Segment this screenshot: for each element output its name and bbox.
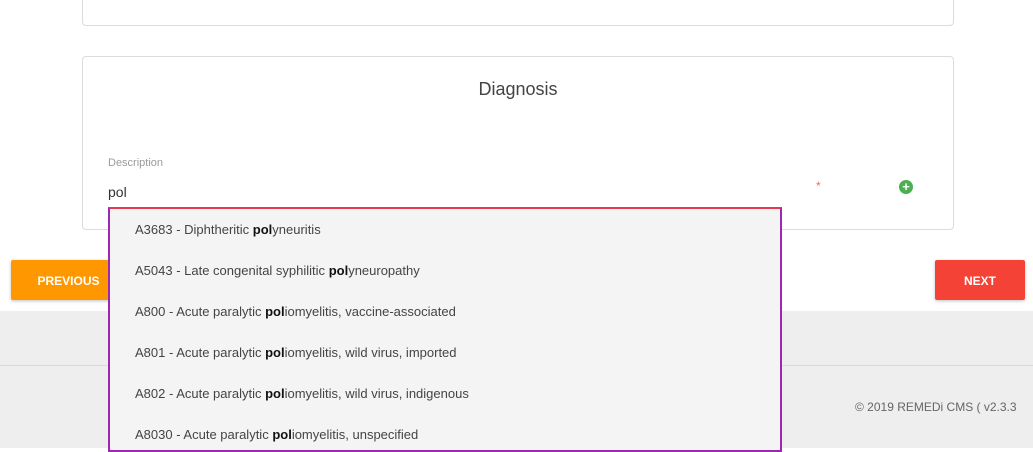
suggestion-prefix: A800 - Acute paralytic [135, 304, 266, 319]
required-mark: * [816, 179, 821, 193]
suggestion-prefix: A8030 - Acute paralytic [135, 427, 273, 442]
diagnosis-title: Diagnosis [478, 79, 558, 99]
suggestion-match: pol [265, 386, 285, 401]
suggestion-match: pol [252, 222, 273, 237]
suggestion-item[interactable]: A800 - Acute paralytic poliomyelitis, va… [110, 291, 780, 332]
suggestion-suffix: iomyelitis, vaccine-associated [284, 304, 456, 319]
suggestion-item[interactable]: A5043 - Late congenital syphilitic polyn… [110, 250, 780, 291]
suggestion-prefix: A802 - Acute paralytic [135, 386, 266, 401]
plus-circle-icon[interactable]: + [899, 180, 913, 194]
suggestion-match: pol [265, 345, 285, 360]
suggestion-match: pol [328, 263, 349, 278]
suggestion-item[interactable]: A8030 - Acute paralytic poliomyelitis, u… [110, 414, 780, 450]
description-label: Description [108, 157, 164, 169]
suggestion-item[interactable]: A3683 - Diphtheritic polyneuritis [110, 209, 780, 250]
suggestion-match: pol [265, 304, 285, 319]
autocomplete-dropdown: A3683 - Diphtheritic polyneuritis A5043 … [108, 207, 782, 452]
copyright-text: © 2019 REMEDi CMS ( v2.3.3 [855, 400, 1017, 414]
suggestion-suffix: iomyelitis, wild virus, imported [284, 345, 457, 360]
next-button[interactable]: NEXT [935, 260, 1025, 300]
suggestion-prefix: A3683 - Diphtheritic [135, 222, 253, 237]
suggestion-suffix: iomyelitis, wild virus, indigenous [284, 386, 469, 401]
suggestion-match: pol [272, 427, 292, 442]
description-input[interactable] [108, 181, 788, 203]
previous-section-card [82, 0, 954, 26]
suggestion-suffix: yneuropathy [348, 263, 420, 278]
suggestion-prefix: A801 - Acute paralytic [135, 345, 266, 360]
suggestion-suffix: yneuritis [272, 222, 321, 237]
suggestion-item[interactable]: A802 - Acute paralytic poliomyelitis, wi… [110, 373, 780, 414]
suggestion-suffix: iomyelitis, unspecified [291, 427, 419, 442]
suggestion-prefix: A5043 - Late congenital syphilitic [135, 263, 329, 278]
suggestion-item[interactable]: A801 - Acute paralytic poliomyelitis, wi… [110, 332, 780, 373]
diagnosis-card: Diagnosis Description * + [82, 56, 954, 230]
